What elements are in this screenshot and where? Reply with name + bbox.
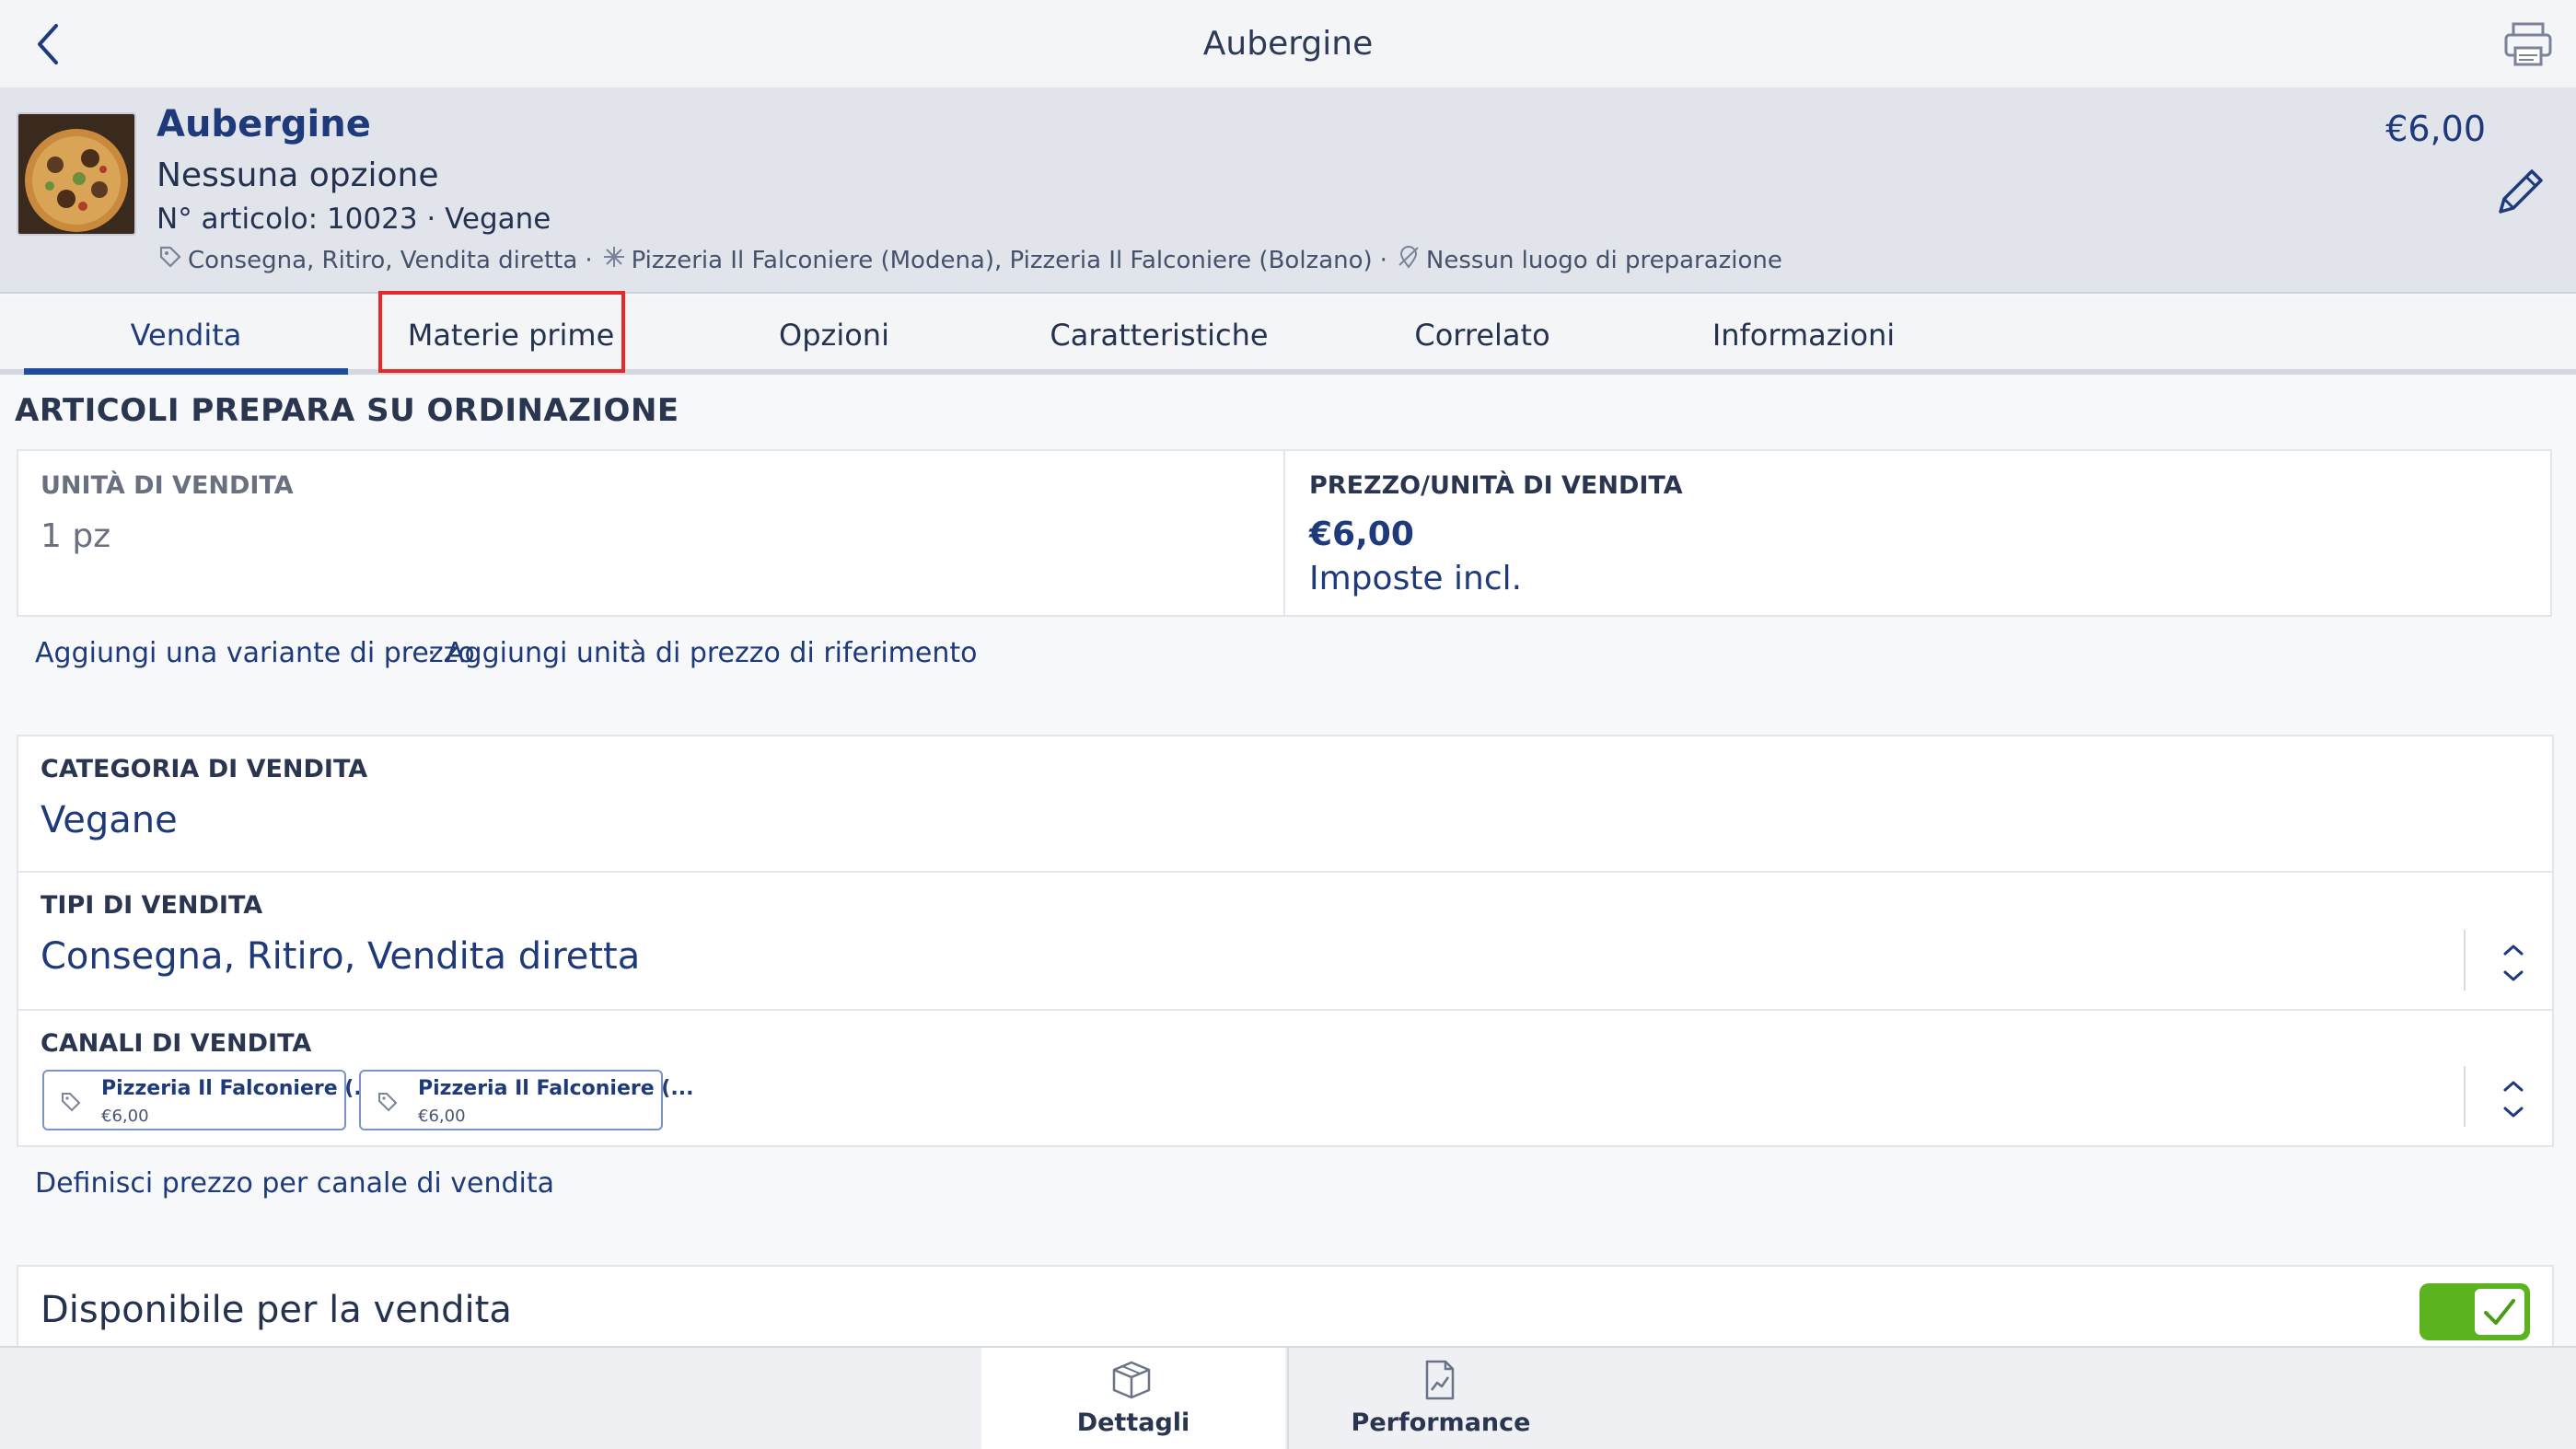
divider: [2464, 1066, 2466, 1127]
sale-types-expand-button[interactable]: [2495, 935, 2532, 991]
toggle-knob: [2473, 1287, 2526, 1337]
tab-materie-prime[interactable]: Materie prime: [379, 296, 643, 375]
price-per-unit-field[interactable]: PREZZO/UNITÀ DI VENDITA €6,00 Imposte in…: [1283, 449, 2552, 617]
define-channel-price-link[interactable]: Definisci prezzo per canale di vendita: [35, 1167, 554, 1200]
chevron-left-icon: [38, 24, 58, 64]
printer-button[interactable]: [2502, 20, 2554, 68]
sale-types-value: Consegna, Ritiro, Vendita diretta: [41, 935, 641, 978]
meta-locations: Pizzeria Il Falconiere (Modena), Pizzeri…: [631, 246, 1373, 274]
nav-details-label: Dettagli: [1076, 1408, 1190, 1437]
nav-details-button[interactable]: Dettagli: [981, 1348, 1285, 1449]
item-options: Nessuna opzione: [157, 156, 439, 194]
sales-channels-field[interactable]: CANALI DI VENDITA Pizzeria Il Falconiere…: [17, 1009, 2554, 1147]
meta-separator: ·: [1379, 246, 1387, 274]
edit-button[interactable]: [2491, 162, 2547, 221]
sales-category-value: Vegane: [41, 799, 178, 841]
availability-label: Disponibile per la vendita: [41, 1289, 512, 1331]
tab-vendita[interactable]: Vendita: [24, 296, 348, 375]
tag-icon: [61, 1092, 81, 1116]
item-thumbnail: [17, 112, 136, 236]
chart-document-icon: [1416, 1359, 1462, 1405]
channel-chip-name: Pizzeria Il Falconiere (...: [418, 1077, 694, 1100]
printer-icon: [2504, 22, 2552, 66]
divider: [2464, 930, 2466, 991]
network-icon: [602, 245, 626, 275]
location-off-icon: [1397, 245, 1421, 275]
tab-correlato[interactable]: Correlato: [1344, 296, 1620, 375]
nav-performance-button[interactable]: Performance: [1287, 1348, 1591, 1449]
channel-chip[interactable]: Pizzeria Il Falconiere (... €6,00: [42, 1070, 377, 1130]
tab-opzioni[interactable]: Opzioni: [700, 296, 969, 375]
sales-unit-field[interactable]: UNITÀ DI VENDITA 1 pz: [17, 449, 1285, 617]
channel-chip-price: €6,00: [418, 1107, 466, 1126]
add-price-variant-link[interactable]: Aggiungi una variante di prezzo: [35, 637, 475, 669]
item-meta: Consegna, Ritiro, Vendita diretta · Pizz…: [157, 245, 1782, 275]
sales-category-label: CATEGORIA DI VENDITA: [41, 755, 368, 783]
section-title: ARTICOLI PREPARA SU ORDINAZIONE: [15, 392, 679, 429]
chevron-up-down-icon: [2503, 945, 2524, 981]
nav-performance-label: Performance: [1351, 1408, 1531, 1437]
channel-chip-price: €6,00: [101, 1107, 149, 1126]
tag-icon: [158, 245, 182, 275]
tab-informazioni[interactable]: Informazioni: [1665, 296, 1943, 375]
pizza-image: [18, 114, 134, 234]
price-per-unit-value: €6,00: [1309, 516, 1414, 553]
tax-note: Imposte incl.: [1309, 560, 1523, 597]
sales-unit-label: UNITÀ DI VENDITA: [41, 471, 294, 500]
pencil-icon: [2499, 169, 2543, 214]
item-name: Aubergine: [157, 103, 371, 145]
check-icon: [2484, 1299, 2515, 1325]
meta-separator: ·: [585, 246, 593, 274]
chevron-up-down-icon: [2503, 1081, 2524, 1118]
sales-channels-label: CANALI DI VENDITA: [41, 1029, 312, 1058]
sales-channels-expand-button[interactable]: [2495, 1072, 2532, 1127]
active-tab-indicator: [24, 368, 348, 375]
back-button[interactable]: [20, 17, 75, 72]
top-bar: [0, 0, 2576, 87]
meta-sales-types: Consegna, Ritiro, Vendita diretta: [188, 246, 578, 274]
tab-caratteristiche[interactable]: Caratteristiche: [1020, 296, 1298, 375]
box-icon: [1108, 1359, 1155, 1405]
price-per-unit-label: PREZZO/UNITÀ DI VENDITA: [1309, 471, 1683, 500]
item-price: €6,00: [2385, 109, 2486, 149]
sale-types-field[interactable]: TIPI DI VENDITA Consegna, Ritiro, Vendit…: [17, 871, 2554, 1011]
add-reference-unit-link[interactable]: Aggiungi unità di prezzo di riferimento: [446, 637, 978, 669]
links-separator: ·: [427, 637, 436, 669]
sales-category-field[interactable]: CATEGORIA DI VENDITA Vegane: [17, 735, 2554, 873]
meta-prep: Nessun luogo di preparazione: [1425, 246, 1782, 274]
tag-icon: [377, 1092, 398, 1116]
sale-types-label: TIPI DI VENDITA: [41, 891, 263, 920]
item-article-number: N° articolo: 10023 · Vegane: [157, 203, 551, 236]
sales-unit-value: 1 pz: [41, 517, 111, 555]
channel-chip[interactable]: Pizzeria Il Falconiere (... €6,00: [359, 1070, 693, 1130]
channel-chip-name: Pizzeria Il Falconiere (...: [101, 1077, 377, 1100]
